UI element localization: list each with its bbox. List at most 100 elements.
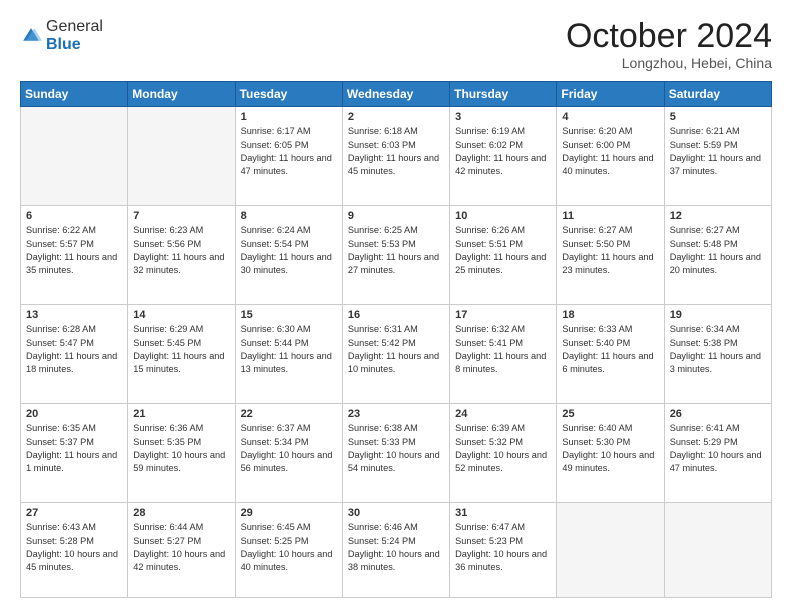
calendar-cell: 18Sunrise: 6:33 AMSunset: 5:40 PMDayligh…: [557, 305, 664, 404]
day-number: 23: [348, 408, 444, 420]
calendar-cell: 22 Sunrise: 6:37 AMSunset: 5:34 PMDayligh…: [235, 404, 342, 503]
day-number: 16: [348, 309, 444, 321]
day-number: 27: [26, 507, 122, 519]
calendar-cell: 19 Sunrise: 6:34 AMSunset: 5:38 PMDayligh…: [664, 305, 771, 404]
day-info: Sunrise: 6:27 AMSunset: 5:50 PMDaylight:…: [562, 224, 658, 277]
day-info: Sunrise: 6:35 AMSunset: 5:37 PMDaylight:…: [26, 422, 122, 475]
calendar-day-header: Saturday: [664, 82, 771, 107]
day-info: Sunrise: 6:26 AMSunset: 5:51 PMDaylight:…: [455, 224, 551, 277]
calendar-week-row: 6 Sunrise: 6:22 AMSunset: 5:57 PMDaylight…: [21, 206, 772, 305]
calendar-cell: [557, 503, 664, 598]
calendar-cell: [664, 503, 771, 598]
calendar-cell: [21, 107, 128, 206]
day-info: Sunrise: 6:41 AMSunset: 5:29 PMDaylight:…: [670, 422, 766, 475]
day-number: 5: [670, 111, 766, 123]
calendar-cell: 14 Sunrise: 6:29 AMSunset: 5:45 PMDayligh…: [128, 305, 235, 404]
day-info: Sunrise: 6:43 AMSunset: 5:28 PMDaylight:…: [26, 521, 122, 574]
day-info: Sunrise: 6:30 AMSunset: 5:44 PMDaylight:…: [241, 323, 337, 376]
calendar-cell: 30Sunrise: 6:46 AMSunset: 5:24 PMDayligh…: [342, 503, 449, 598]
day-number: 17: [455, 309, 551, 321]
calendar-day-header: Thursday: [450, 82, 557, 107]
calendar-cell: 7 Sunrise: 6:23 AMSunset: 5:56 PMDaylight…: [128, 206, 235, 305]
calendar-cell: 16 Sunrise: 6:31 AMSunset: 5:42 PMDayligh…: [342, 305, 449, 404]
calendar-cell: 12 Sunrise: 6:27 AMSunset: 5:48 PMDayligh…: [664, 206, 771, 305]
day-info: Sunrise: 6:37 AMSunset: 5:34 PMDaylight:…: [241, 422, 337, 475]
day-info: Sunrise: 6:22 AMSunset: 5:57 PMDaylight:…: [26, 224, 122, 277]
calendar-cell: 5 Sunrise: 6:21 AMSunset: 5:59 PMDaylight…: [664, 107, 771, 206]
day-number: 30: [348, 507, 444, 519]
day-info: Sunrise: 6:20 AMSunset: 6:00 PMDaylight:…: [562, 125, 658, 178]
day-number: 26: [670, 408, 766, 420]
calendar-cell: 2Sunrise: 6:18 AMSunset: 6:03 PMDaylight…: [342, 107, 449, 206]
day-info: Sunrise: 6:36 AMSunset: 5:35 PMDaylight:…: [133, 422, 229, 475]
day-number: 29: [241, 507, 337, 519]
day-number: 7: [133, 210, 229, 222]
day-number: 14: [133, 309, 229, 321]
day-info: Sunrise: 6:34 AMSunset: 5:38 PMDaylight:…: [670, 323, 766, 376]
day-number: 13: [26, 309, 122, 321]
day-info: Sunrise: 6:33 AMSunset: 5:40 PMDaylight:…: [562, 323, 658, 376]
day-number: 21: [133, 408, 229, 420]
day-number: 9: [348, 210, 444, 222]
day-info: Sunrise: 6:32 AMSunset: 5:41 PMDaylight:…: [455, 323, 551, 376]
day-number: 4: [562, 111, 658, 123]
day-info: Sunrise: 6:38 AMSunset: 5:33 PMDaylight:…: [348, 422, 444, 475]
calendar-cell: 6 Sunrise: 6:22 AMSunset: 5:57 PMDaylight…: [21, 206, 128, 305]
calendar-day-header: Wednesday: [342, 82, 449, 107]
calendar-cell: 9 Sunrise: 6:25 AMSunset: 5:53 PMDaylight…: [342, 206, 449, 305]
calendar-cell: 27 Sunrise: 6:43 AMSunset: 5:28 PMDayligh…: [21, 503, 128, 598]
day-info: Sunrise: 6:27 AMSunset: 5:48 PMDaylight:…: [670, 224, 766, 277]
day-number: 31: [455, 507, 551, 519]
day-number: 19: [670, 309, 766, 321]
day-info: Sunrise: 6:44 AMSunset: 5:27 PMDaylight:…: [133, 521, 229, 574]
calendar-cell: 20 Sunrise: 6:35 AMSunset: 5:37 PMDayligh…: [21, 404, 128, 503]
day-number: 8: [241, 210, 337, 222]
day-number: 25: [562, 408, 658, 420]
day-info: Sunrise: 6:23 AMSunset: 5:56 PMDaylight:…: [133, 224, 229, 277]
calendar-cell: 31 Sunrise: 6:47 AMSunset: 5:23 PMDayligh…: [450, 503, 557, 598]
day-number: 22: [241, 408, 337, 420]
calendar-header-row: SundayMondayTuesdayWednesdayThursdayFrid…: [21, 82, 772, 107]
day-number: 20: [26, 408, 122, 420]
calendar-cell: 8 Sunrise: 6:24 AMSunset: 5:54 PMDaylight…: [235, 206, 342, 305]
day-number: 11: [562, 210, 658, 222]
day-info: Sunrise: 6:31 AMSunset: 5:42 PMDaylight:…: [348, 323, 444, 376]
calendar-cell: 11 Sunrise: 6:27 AMSunset: 5:50 PMDayligh…: [557, 206, 664, 305]
calendar-cell: 4 Sunrise: 6:20 AMSunset: 6:00 PMDaylight…: [557, 107, 664, 206]
calendar-week-row: 20 Sunrise: 6:35 AMSunset: 5:37 PMDayligh…: [21, 404, 772, 503]
day-info: Sunrise: 6:18 AMSunset: 6:03 PMDaylight:…: [348, 125, 444, 178]
day-info: Sunrise: 6:25 AMSunset: 5:53 PMDaylight:…: [348, 224, 444, 277]
day-info: Sunrise: 6:28 AMSunset: 5:47 PMDaylight:…: [26, 323, 122, 376]
calendar-week-row: 1Sunrise: 6:17 AMSunset: 6:05 PMDaylight…: [21, 107, 772, 206]
calendar-day-header: Friday: [557, 82, 664, 107]
calendar-cell: 3Sunrise: 6:19 AMSunset: 6:02 PMDaylight…: [450, 107, 557, 206]
day-info: Sunrise: 6:40 AMSunset: 5:30 PMDaylight:…: [562, 422, 658, 475]
calendar-cell: 15Sunrise: 6:30 AMSunset: 5:44 PMDayligh…: [235, 305, 342, 404]
calendar-cell: 26 Sunrise: 6:41 AMSunset: 5:29 PMDayligh…: [664, 404, 771, 503]
logo-icon: [20, 25, 42, 47]
calendar-cell: 1Sunrise: 6:17 AMSunset: 6:05 PMDaylight…: [235, 107, 342, 206]
calendar-week-row: 13 Sunrise: 6:28 AMSunset: 5:47 PMDayligh…: [21, 305, 772, 404]
day-number: 6: [26, 210, 122, 222]
day-number: 3: [455, 111, 551, 123]
header: General Blue October 2024 Longzhou, Hebe…: [20, 18, 772, 71]
calendar-cell: [128, 107, 235, 206]
day-info: Sunrise: 6:24 AMSunset: 5:54 PMDaylight:…: [241, 224, 337, 277]
calendar-day-header: Tuesday: [235, 82, 342, 107]
day-number: 1: [241, 111, 337, 123]
logo: General Blue: [20, 18, 103, 53]
page: General Blue October 2024 Longzhou, Hebe…: [0, 0, 792, 612]
calendar-cell: 21 Sunrise: 6:36 AMSunset: 5:35 PMDayligh…: [128, 404, 235, 503]
calendar-cell: 24Sunrise: 6:39 AMSunset: 5:32 PMDayligh…: [450, 404, 557, 503]
calendar-day-header: Sunday: [21, 82, 128, 107]
day-info: Sunrise: 6:45 AMSunset: 5:25 PMDaylight:…: [241, 521, 337, 574]
day-info: Sunrise: 6:39 AMSunset: 5:32 PMDaylight:…: [455, 422, 551, 475]
calendar-cell: 28Sunrise: 6:44 AMSunset: 5:27 PMDayligh…: [128, 503, 235, 598]
day-info: Sunrise: 6:47 AMSunset: 5:23 PMDaylight:…: [455, 521, 551, 574]
day-info: Sunrise: 6:21 AMSunset: 5:59 PMDaylight:…: [670, 125, 766, 178]
day-info: Sunrise: 6:29 AMSunset: 5:45 PMDaylight:…: [133, 323, 229, 376]
day-number: 12: [670, 210, 766, 222]
calendar-cell: 17 Sunrise: 6:32 AMSunset: 5:41 PMDayligh…: [450, 305, 557, 404]
logo-text: General Blue: [46, 18, 103, 53]
month-title: October 2024: [566, 18, 772, 55]
